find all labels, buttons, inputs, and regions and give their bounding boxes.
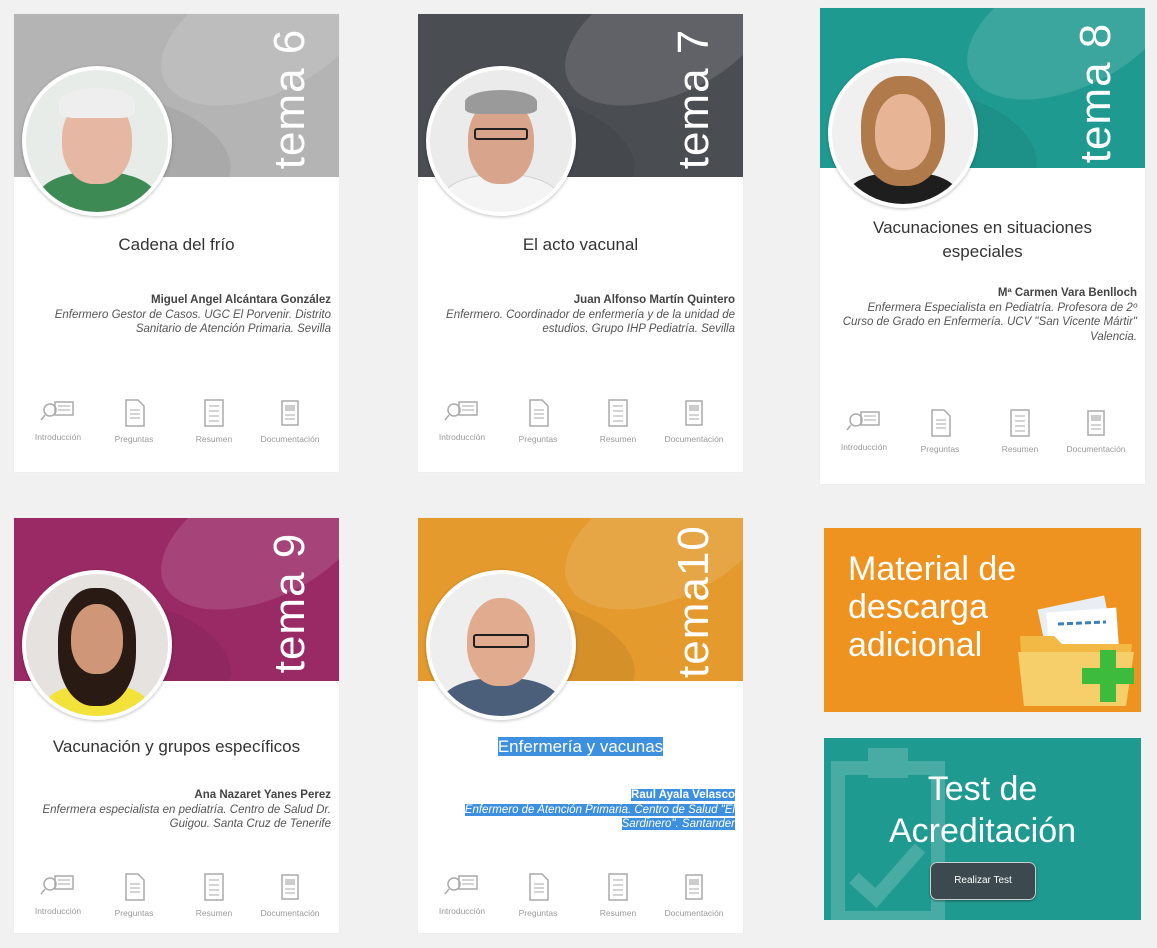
- tema-label: tema 7: [669, 28, 718, 170]
- chat-search-icon: [444, 401, 478, 421]
- preguntas-link[interactable]: Preguntas: [94, 398, 174, 444]
- course-title[interactable]: Vacunaciones en situaciones especiales: [844, 216, 1121, 264]
- author-photo: [22, 66, 172, 216]
- author-info: Juan Alfonso Martín Quintero Enfermero. …: [435, 293, 735, 337]
- preguntas-link[interactable]: Preguntas: [498, 872, 578, 918]
- chat-search-icon: [846, 411, 880, 431]
- tema-label: tema10: [669, 525, 718, 678]
- author-info: Ana Nazaret Yanes Perez Enfermera especi…: [31, 788, 331, 832]
- document-icon: [529, 399, 549, 427]
- file-text-icon: [685, 874, 703, 900]
- introduccion-link[interactable]: Introducción: [422, 398, 502, 442]
- realizar-test-button[interactable]: Realizar Test: [930, 862, 1036, 900]
- author-photo: [426, 570, 576, 720]
- tema-label: tema 8: [1071, 22, 1120, 164]
- documentacion-link[interactable]: Documentación: [250, 872, 330, 918]
- file-text-icon: [281, 874, 299, 900]
- card-icon-bar: Introducción Preguntas Resumen Documenta…: [418, 398, 743, 458]
- list-icon: [204, 399, 224, 427]
- author-role: Enfermero Gestor de Casos. UGC El Porven…: [54, 308, 331, 336]
- tema-label: tema 6: [265, 28, 314, 170]
- card-icon-bar: Introducción Preguntas Resumen Documenta…: [418, 872, 743, 932]
- documentacion-link[interactable]: Documentación: [654, 398, 734, 444]
- course-title[interactable]: Vacunación y grupos específicos: [14, 735, 339, 759]
- author-photo: [22, 570, 172, 720]
- resumen-link[interactable]: Resumen: [578, 398, 658, 444]
- preguntas-link[interactable]: Preguntas: [498, 398, 578, 444]
- author-name: Mª Carmen Vara Benlloch: [997, 287, 1137, 299]
- resumen-link[interactable]: Resumen: [578, 872, 658, 918]
- author-info: Raul Ayala Velasco Enfermero de Atención…: [435, 788, 735, 832]
- card-icon-bar: Introducción Preguntas Resumen Documenta…: [14, 398, 339, 458]
- author-role: Enfermera especialista en pediatría. Cen…: [42, 803, 331, 831]
- resumen-link[interactable]: Resumen: [174, 398, 254, 444]
- course-card-tema-9[interactable]: tema 9 Vacunación y grupos específicos A…: [14, 518, 339, 933]
- list-icon: [608, 873, 628, 901]
- course-card-tema-7[interactable]: tema 7 El acto vacunal Juan Alfonso Mart…: [418, 14, 743, 472]
- author-role: Enfermera Especialista en Pediatría. Pro…: [842, 301, 1137, 343]
- file-text-icon: [281, 400, 299, 426]
- course-card-tema-6[interactable]: tema 6 Cadena del frío Miguel Angel Alcá…: [14, 14, 339, 472]
- file-text-icon: [685, 400, 703, 426]
- card-icon-bar: Introducción Preguntas Resumen Documenta…: [14, 872, 339, 932]
- preguntas-link[interactable]: Preguntas: [94, 872, 174, 918]
- introduccion-link[interactable]: Introducción: [18, 398, 98, 442]
- introduccion-link[interactable]: Introducción: [18, 872, 98, 916]
- material-descarga-banner[interactable]: Material de descarga adicional: [824, 528, 1141, 712]
- resumen-link[interactable]: Resumen: [980, 408, 1060, 454]
- resumen-link[interactable]: Resumen: [174, 872, 254, 918]
- course-card-tema-8[interactable]: tema 8 Vacunaciones en situaciones espec…: [820, 8, 1145, 484]
- introduccion-link[interactable]: Introducción: [422, 872, 502, 916]
- author-photo: [828, 58, 978, 208]
- course-title[interactable]: Cadena del frío: [14, 233, 339, 257]
- course-card-tema-10[interactable]: tema10 Enfermería y vacunas Raul Ayala V…: [418, 518, 743, 933]
- list-icon: [608, 399, 628, 427]
- chat-search-icon: [40, 875, 74, 895]
- author-name: Raul Ayala Velasco: [631, 789, 735, 801]
- document-icon: [931, 409, 951, 437]
- chat-search-icon: [444, 875, 478, 895]
- author-info: Mª Carmen Vara Benlloch Enfermera Especi…: [837, 286, 1137, 344]
- folder-plus-icon: [1018, 595, 1134, 706]
- documentacion-link[interactable]: Documentación: [250, 398, 330, 444]
- author-name: Miguel Angel Alcántara González: [151, 294, 331, 306]
- material-title: Material de descarga adicional: [848, 550, 1017, 664]
- introduccion-link[interactable]: Introducción: [824, 408, 904, 452]
- document-icon: [529, 873, 549, 901]
- documentacion-link[interactable]: Documentación: [654, 872, 734, 918]
- author-role: Enfermero de Atención Primaria. Centro d…: [464, 803, 735, 830]
- list-icon: [204, 873, 224, 901]
- chat-search-icon: [40, 401, 74, 421]
- document-icon: [125, 873, 145, 901]
- author-role: Enfermero. Coordinador de enfermería y d…: [446, 308, 735, 336]
- author-name: Ana Nazaret Yanes Perez: [194, 789, 331, 801]
- document-icon: [125, 399, 145, 427]
- author-info: Miguel Angel Alcántara González Enfermer…: [31, 293, 331, 337]
- file-text-icon: [1087, 410, 1105, 436]
- author-photo: [426, 66, 576, 216]
- course-title[interactable]: El acto vacunal: [418, 233, 743, 257]
- tema-label: tema 9: [265, 532, 314, 674]
- documentacion-link[interactable]: Documentación: [1056, 408, 1136, 454]
- author-name: Juan Alfonso Martín Quintero: [573, 294, 735, 306]
- preguntas-link[interactable]: Preguntas: [900, 408, 980, 454]
- course-title[interactable]: Enfermería y vacunas: [418, 735, 743, 759]
- card-icon-bar: Introducción Preguntas Resumen Documenta…: [820, 408, 1145, 468]
- list-icon: [1010, 409, 1030, 437]
- test-acreditacion-banner: Test de Acreditación Realizar Test: [824, 738, 1141, 920]
- test-title: Test de Acreditación: [888, 770, 1077, 850]
